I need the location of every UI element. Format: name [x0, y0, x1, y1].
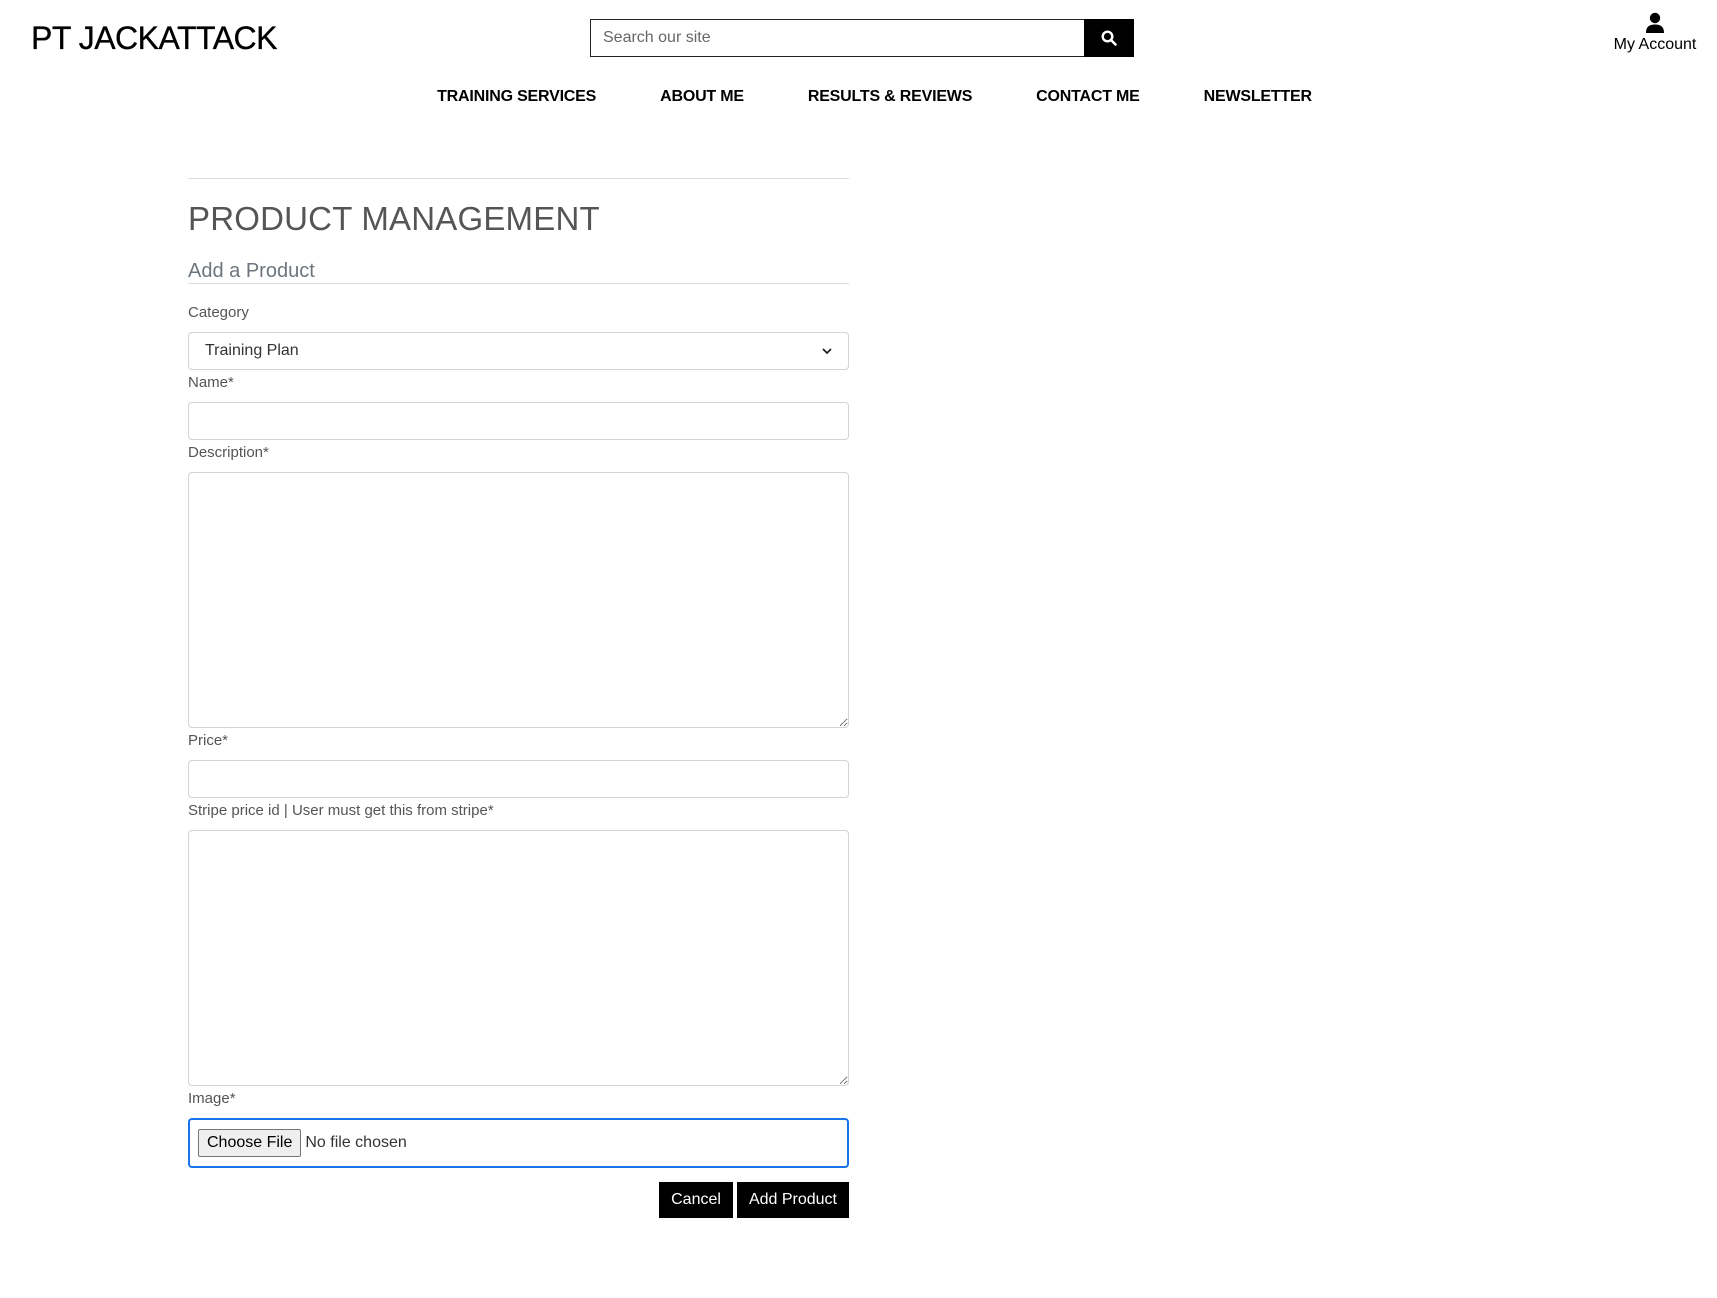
- my-account-link[interactable]: My Account: [1600, 12, 1710, 54]
- image-label: Image*: [188, 1090, 236, 1107]
- file-status: No file chosen: [305, 1134, 407, 1151]
- main-nav: TRAINING SERVICES ABOUT ME RESULTS & REV…: [0, 88, 1717, 106]
- divider: [188, 283, 849, 284]
- category-selected-value: Training Plan: [205, 342, 299, 359]
- stripe-price-id-textarea[interactable]: [188, 830, 849, 1086]
- chevron-down-icon: [822, 348, 832, 355]
- page-subtitle: Add a Product: [188, 260, 315, 282]
- image-file-input[interactable]: Choose File No file chosen: [188, 1118, 849, 1168]
- nav-training-services[interactable]: TRAINING SERVICES: [437, 88, 596, 106]
- stripe-price-id-label: Stripe price id | User must get this fro…: [188, 802, 494, 819]
- search-bar: [590, 19, 1134, 57]
- nav-contact-me[interactable]: CONTACT ME: [1036, 88, 1140, 106]
- page-title: PRODUCT MANAGEMENT: [188, 200, 600, 237]
- price-label: Price*: [188, 732, 229, 749]
- description-label: Description*: [188, 444, 269, 461]
- nav-about-me[interactable]: ABOUT ME: [660, 88, 744, 106]
- description-textarea[interactable]: [188, 472, 849, 728]
- divider: [188, 178, 849, 179]
- cancel-button[interactable]: Cancel: [659, 1182, 733, 1218]
- add-product-button[interactable]: Add Product: [736, 1182, 849, 1218]
- my-account-label: My Account: [1613, 36, 1697, 53]
- search-icon: [1101, 30, 1117, 46]
- name-label: Name*: [188, 374, 234, 391]
- nav-newsletter[interactable]: NEWSLETTER: [1204, 88, 1312, 106]
- form-actions: Cancel Add Product: [659, 1182, 849, 1218]
- search-input[interactable]: [590, 19, 1084, 57]
- price-input[interactable]: [188, 760, 849, 798]
- user-icon: [1646, 12, 1664, 33]
- choose-file-button[interactable]: Choose File: [198, 1129, 302, 1157]
- site-logo[interactable]: PT JACKATTACK: [31, 18, 278, 58]
- product-form: PRODUCT MANAGEMENT Add a Product Categor…: [188, 178, 849, 1218]
- name-input[interactable]: [188, 402, 849, 440]
- category-select[interactable]: Training Plan: [188, 332, 849, 370]
- category-label: Category: [188, 304, 249, 321]
- nav-results-reviews[interactable]: RESULTS & REVIEWS: [808, 88, 973, 106]
- search-button[interactable]: [1084, 19, 1134, 57]
